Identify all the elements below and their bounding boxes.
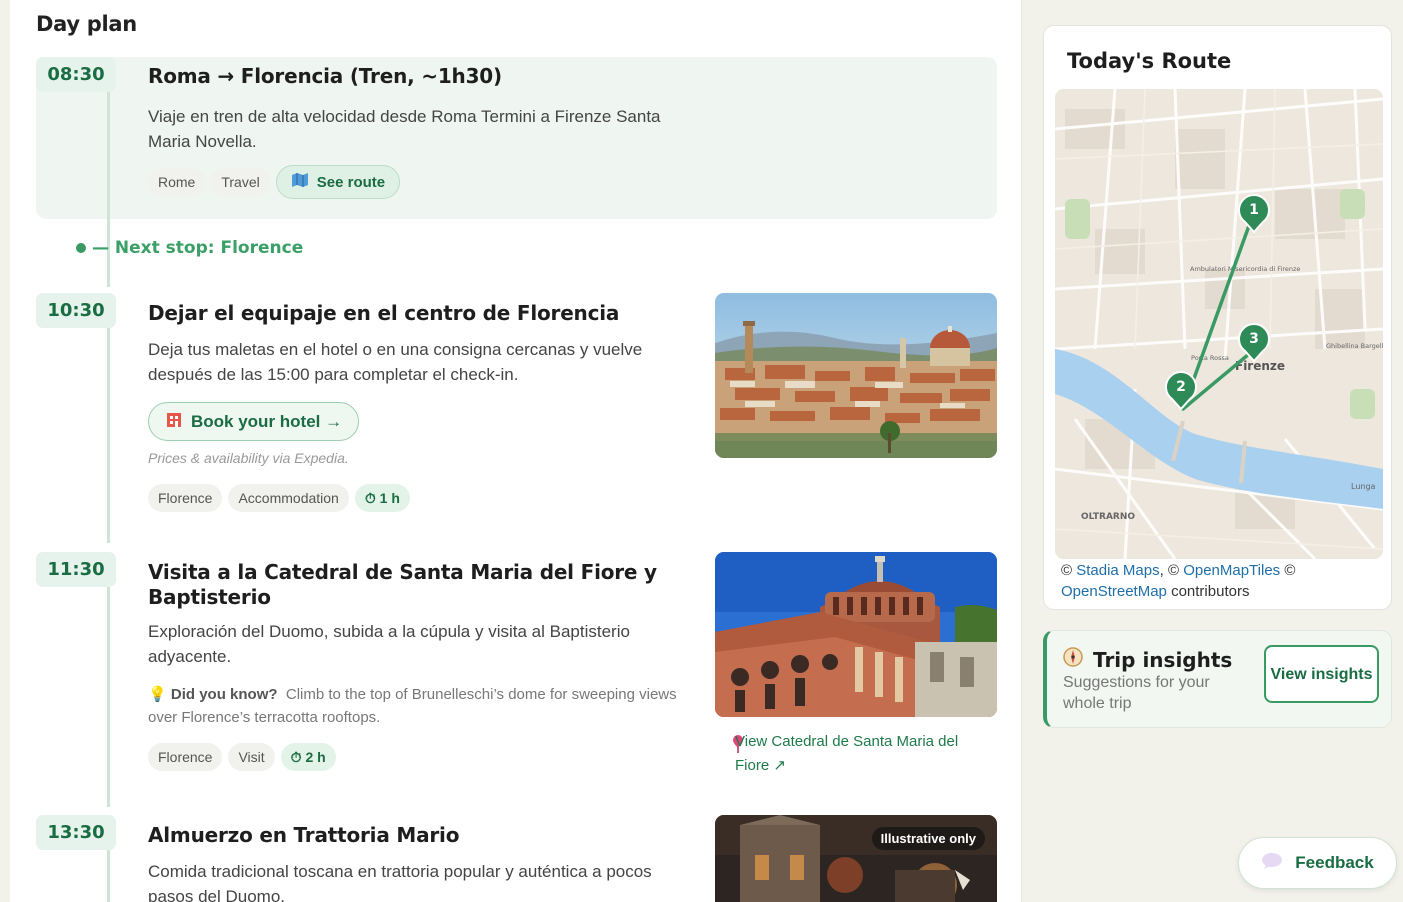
entry-description: Deja tus maletas en el hotel o en una co…	[148, 340, 643, 384]
page-title: Day plan	[36, 12, 137, 36]
todays-route-card: Today's Route Firenze OLTRARNO Ambulator…	[1043, 25, 1392, 610]
tag: Florence	[148, 484, 223, 512]
next-stop-dot	[76, 243, 86, 253]
trip-insights-card: Trip insights Suggestions for your whole…	[1043, 630, 1392, 728]
did-you-know-label: Did you know?	[170, 686, 278, 703]
svg-text:2: 2	[1176, 379, 1186, 395]
view-cathedral-link[interactable]: View Catedral de Santa Maria del Fiore ↗	[735, 730, 995, 778]
itinerary-entry-1030: 10:30 Dejar el equipaje en el centro de …	[36, 293, 997, 543]
tag: Rome	[148, 168, 206, 196]
time-badge: 11:30	[36, 552, 116, 587]
svg-text:1: 1	[1249, 202, 1259, 218]
insights-title: Trip insights	[1093, 647, 1233, 672]
tag-list: Florence Visit ⏱ 2 h	[148, 743, 336, 771]
copyright-symbol: , ©	[1159, 562, 1180, 579]
time-badge: 13:30	[36, 815, 116, 850]
map-label-hospital: Ambulatori Misericordia di Firenze	[1190, 265, 1300, 273]
book-hotel-label: Book your hotel →	[191, 411, 343, 431]
time-badge: 10:30	[36, 293, 116, 328]
map-canvas: Firenze OLTRARNO Ambulatori Misericordia…	[1055, 89, 1383, 559]
expedia-note: Prices & availability via Expedia.	[148, 450, 349, 466]
cathedral-photo	[715, 552, 997, 717]
itinerary-entry-0830: 08:30 Roma → Florencia (Tren, ~1h30) Via…	[36, 57, 997, 287]
did-you-know-tip: 💡 Did you know? Climb to the top of Brun…	[148, 683, 678, 729]
duration-badge: ⏱ 2 h	[280, 743, 336, 771]
entry-title: Almuerzo en Trattoria Mario	[148, 823, 460, 847]
itinerary-entry-1330: 13:30 Almuerzo en Trattoria Mario Comida…	[36, 815, 997, 902]
openmaptiles-link[interactable]: OpenMapTiles	[1183, 562, 1280, 579]
entry-description: Viaje en tren de alta velocidad desde Ro…	[148, 107, 661, 151]
svg-text:3: 3	[1249, 331, 1259, 347]
lightbulb-icon: 💡	[148, 686, 167, 703]
map-label-lungarno: Lunga	[1351, 482, 1376, 491]
florence-panorama-photo	[715, 293, 997, 458]
view-insights-button[interactable]: View insights	[1264, 645, 1379, 703]
tag: Travel	[211, 168, 270, 196]
see-route-label: See route	[316, 173, 386, 191]
next-stop-indicator: — Next stop: Florence	[76, 238, 303, 258]
tag: Visit	[228, 743, 275, 771]
openstreetmap-link[interactable]: OpenStreetMap	[1061, 583, 1167, 600]
hotel-icon	[165, 410, 183, 433]
stadia-maps-link[interactable]: Stadia Maps	[1076, 562, 1159, 579]
map-label-oltrarno: OLTRARNO	[1081, 512, 1135, 522]
map-label-ghibellina: Ghibellina Bargello	[1326, 342, 1383, 350]
timeline-line	[107, 328, 110, 543]
copyright-symbol: ©	[1061, 562, 1073, 579]
illustrative-badge: Illustrative only	[871, 827, 985, 850]
tag-list: Florence Accommodation ⏱ 1 h	[148, 484, 410, 512]
map-label-porta-rossa: Porta Rossa	[1191, 354, 1229, 362]
timeline-line	[107, 587, 110, 807]
itinerary-entry-1130: 11:30 Visita a la Catedral de Santa Mari…	[36, 552, 997, 807]
day-plan-panel: Day plan 08:30 Roma → Florencia (Tren, ~…	[10, 0, 1022, 902]
entry-title: Visita a la Catedral de Santa Maria del …	[148, 560, 657, 609]
contributors-text: contributors	[1171, 583, 1250, 600]
insights-heading: Trip insights	[1063, 647, 1232, 672]
copyright-symbol: ©	[1284, 562, 1296, 579]
insights-subtitle: Suggestions for your whole trip	[1063, 674, 1210, 712]
map-icon	[291, 172, 309, 192]
next-stop-label: — Next stop: Florence	[92, 238, 304, 258]
tag: Florence	[148, 743, 223, 771]
see-route-button[interactable]: See route	[275, 165, 401, 199]
entry-title: Dejar el equipaje en el centro de Floren…	[148, 301, 620, 325]
entry-description: Exploración del Duomo, subida a la cúpul…	[148, 622, 630, 666]
book-hotel-button[interactable]: Book your hotel →	[148, 402, 360, 441]
duration-badge: ⏱ 1 h	[354, 484, 410, 512]
tag: Accommodation	[228, 484, 349, 512]
timeline-line	[107, 850, 110, 902]
tag-list: Rome Travel See route	[148, 165, 401, 199]
entry-description: Comida tradicional toscana en trattoria …	[148, 862, 652, 902]
feedback-button[interactable]: Feedback	[1238, 837, 1397, 889]
map-attribution: © Stadia Maps, © OpenMapTiles © OpenStre…	[1061, 560, 1381, 602]
chat-bubble-icon	[1261, 852, 1283, 875]
route-title: Today's Route	[1067, 49, 1232, 73]
trattoria-photo: Illustrative only	[715, 815, 997, 902]
compass-icon	[1063, 647, 1083, 672]
feedback-label: Feedback	[1295, 853, 1374, 872]
entry-title: Roma → Florencia (Tren, ~1h30)	[148, 64, 502, 88]
time-badge: 08:30	[36, 57, 116, 92]
route-map[interactable]: Firenze OLTRARNO Ambulatori Misericordia…	[1055, 89, 1383, 559]
